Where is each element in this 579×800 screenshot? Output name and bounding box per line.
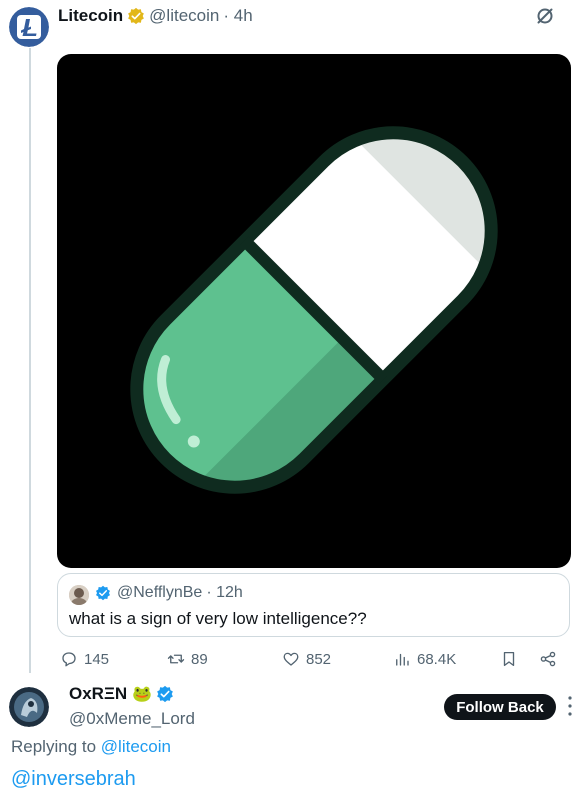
reply-avatar-icon: [9, 687, 49, 727]
green-pill-icon: [96, 92, 532, 528]
author-handle[interactable]: @litecoin: [149, 6, 219, 26]
reply-author-name-row: OxRΞN 🐸: [69, 684, 174, 704]
quoted-text: what is a sign of very low intelligence?…: [69, 609, 367, 628]
frog-emoji-icon: 🐸: [132, 686, 153, 703]
share-icon: [540, 651, 556, 667]
quoted-avatar[interactable]: [69, 585, 89, 605]
litecoin-logo-icon: [9, 7, 49, 47]
follow-back-button[interactable]: Follow Back: [444, 694, 556, 720]
litecoin-avatar[interactable]: [9, 7, 49, 47]
quoted-time[interactable]: · 12h: [206, 584, 242, 602]
reply-icon: [62, 652, 76, 667]
retweet-count: 89: [191, 650, 208, 668]
author-name[interactable]: Litecoin: [58, 6, 123, 26]
replying-to-link[interactable]: @litecoin: [101, 737, 171, 756]
heart-icon: [283, 652, 299, 666]
replying-to: Replying to @litecoin: [11, 737, 171, 757]
like-button[interactable]: 852: [282, 650, 331, 668]
grok-icon[interactable]: [535, 6, 555, 26]
reply-author-avatar[interactable]: [9, 687, 49, 727]
reply-author-name[interactable]: OxRΞN: [69, 684, 127, 704]
quoted-avatar-icon: [69, 585, 89, 605]
verified-blue-badge-icon: [157, 685, 173, 703]
tweet-header: Litecoin @litecoin · 4h: [58, 5, 253, 27]
quoted-header: @NefflynBe · 12h: [95, 584, 243, 602]
quoted-tweet[interactable]: @NefflynBe · 12h what is a sign of very …: [57, 573, 570, 637]
share-button[interactable]: [539, 650, 557, 668]
verified-blue-badge-icon: [96, 585, 110, 601]
reply-count: 145: [84, 650, 110, 668]
thread-line: [29, 48, 31, 673]
views-button[interactable]: 68.4K: [393, 650, 456, 668]
reply-button[interactable]: 145: [60, 650, 109, 668]
replying-to-label: Replying to: [11, 737, 97, 756]
like-count: 852: [306, 650, 332, 668]
tweet-media-image[interactable]: [57, 54, 571, 568]
views-bar-chart-icon: [396, 653, 409, 666]
reply-text-mention[interactable]: @inversebrah: [11, 768, 136, 791]
reply-author-handle[interactable]: @0xMeme_Lord: [69, 709, 195, 729]
retweet-button[interactable]: 89: [167, 650, 208, 668]
more-options-icon[interactable]: [567, 695, 573, 717]
bookmark-button[interactable]: [500, 650, 518, 668]
views-count: 68.4K: [417, 650, 457, 668]
verified-gold-badge-icon: [128, 7, 145, 25]
bookmark-icon: [503, 651, 515, 667]
tweet-time[interactable]: · 4h: [223, 6, 252, 26]
retweet-icon: [167, 654, 185, 664]
quoted-handle[interactable]: @NefflynBe: [117, 584, 202, 602]
